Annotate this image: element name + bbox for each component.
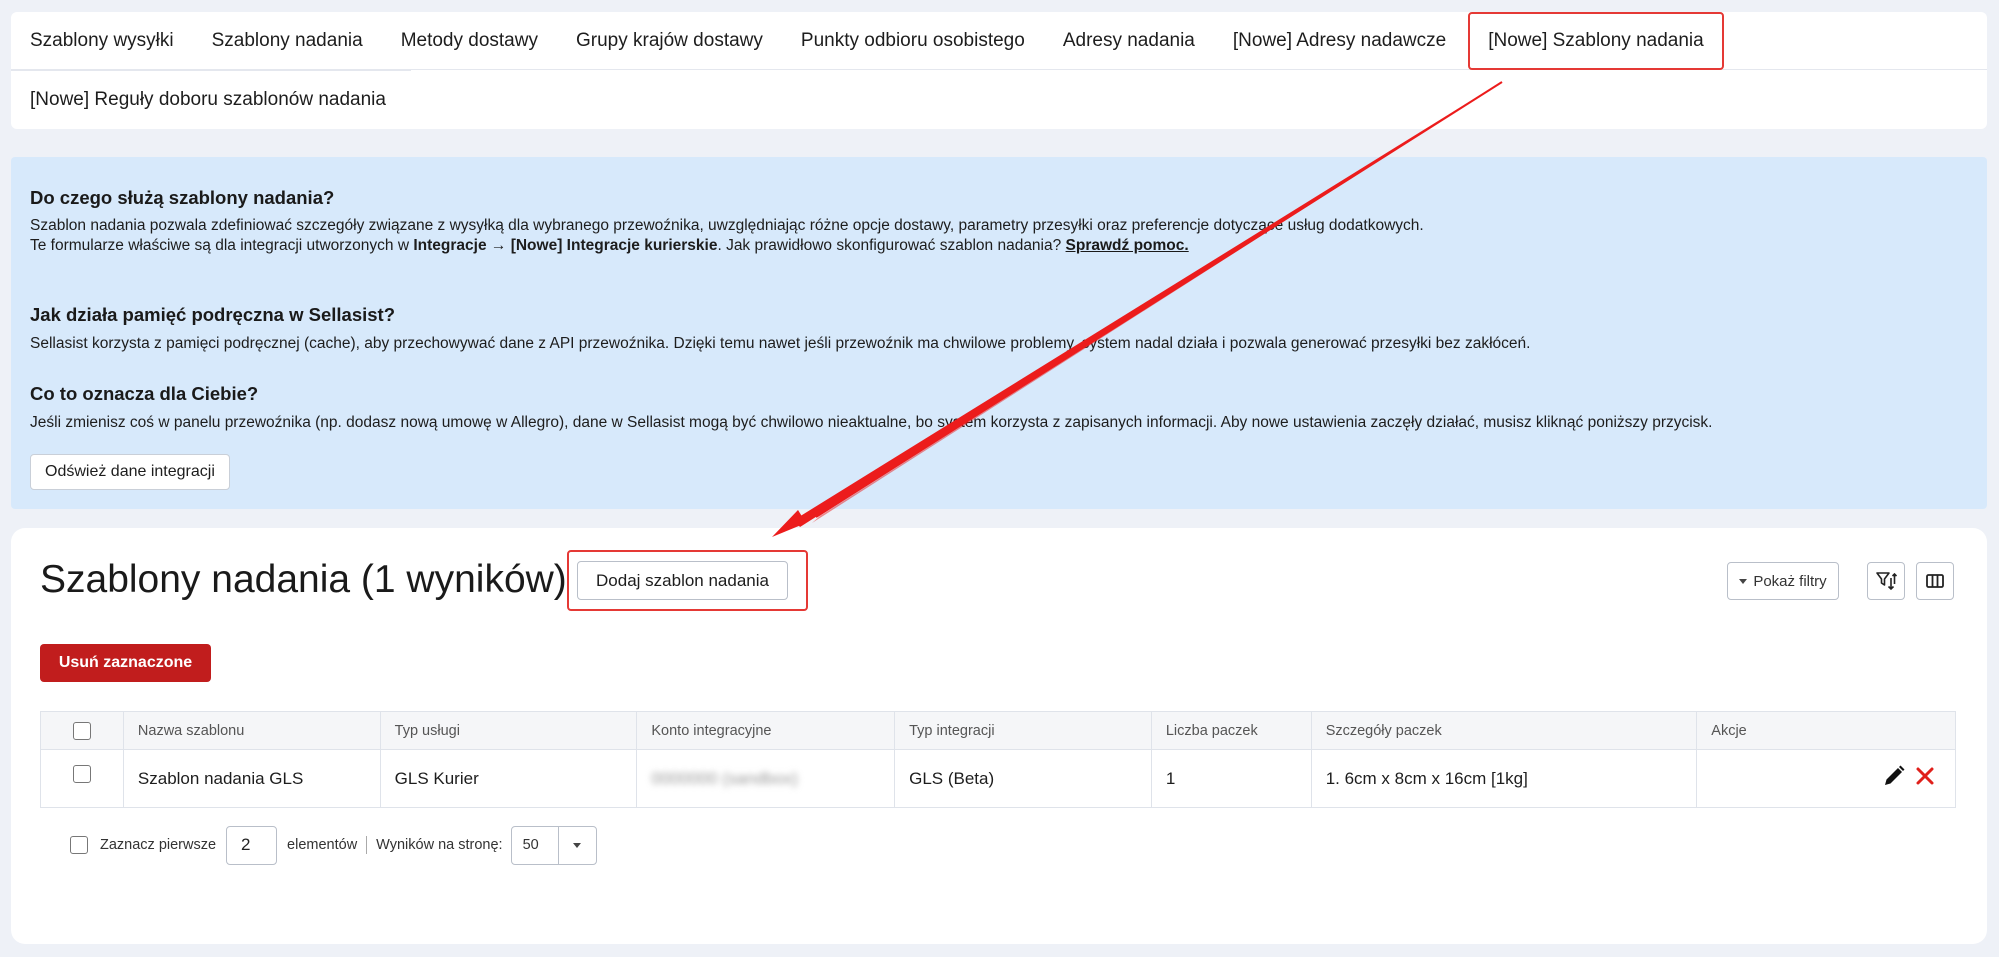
- per-page-label: Wyników na stronę:: [376, 837, 503, 853]
- info-q2-title: Jak działa pamięć podręczna w Sellasist?: [30, 304, 396, 325]
- tab-szablony-wysylki[interactable]: Szablony wysyłki: [11, 12, 193, 70]
- add-button-highlight: Dodaj szablon nadania: [567, 550, 808, 611]
- select-first-count-input[interactable]: [226, 825, 278, 865]
- cell-actions: [1697, 750, 1955, 807]
- info-q1-line1: Szablon nadania pozwala zdefiniować szcz…: [30, 217, 1424, 234]
- refresh-integration-button[interactable]: Odśwież dane integracji: [30, 454, 230, 490]
- templates-table: Nazwa szablonu Typ usługi Konto integrac…: [40, 711, 1956, 808]
- row-actions: [1881, 763, 1937, 789]
- info-panel: Do czego służą szablony nadania? Szablon…: [11, 157, 1987, 509]
- header-integration-account[interactable]: Konto integracyjne: [637, 712, 896, 749]
- header-package-count[interactable]: Liczba paczek: [1152, 712, 1312, 749]
- show-filters-label: Pokaż filtry: [1753, 572, 1827, 590]
- info-q1-line2-c: . Jak prawidłowo skonfigurować szablon n…: [717, 237, 1066, 254]
- cell-integration-type: GLS (Beta): [895, 750, 1152, 807]
- cell-integration-account: 0000000 (sandbox): [637, 750, 896, 807]
- table-footer: Zaznacz pierwsze elementów Wyników na st…: [70, 825, 597, 865]
- cell-package-details: 1. 6cm x 8cm x 16cm [1kg]: [1312, 750, 1698, 807]
- columns-icon: [1926, 574, 1944, 588]
- elements-label: elementów: [287, 837, 358, 853]
- show-filters-button[interactable]: Pokaż filtry: [1727, 562, 1839, 600]
- select-all-checkbox[interactable]: [72, 721, 91, 740]
- tabs-row-2: [Nowe] Reguły doboru szablonów nadania: [11, 70, 411, 128]
- row-select-cell: [41, 750, 124, 807]
- per-page-value: 50: [512, 826, 559, 864]
- info-q1-line2-a: Te formularze właściwe są dla integracji…: [30, 237, 414, 254]
- close-icon[interactable]: [1913, 764, 1937, 788]
- caret-down-icon: [573, 842, 582, 848]
- info-q2-text: Sellasist korzysta z pamięci podręcznej …: [30, 335, 1531, 352]
- info-integration-path: Integracje → [Nowe] Integracje kurierski…: [413, 237, 718, 254]
- table-row: Szablon nadania GLS GLS Kurier 0000000 (…: [41, 750, 1955, 807]
- tabs-card: Szablony wysyłki Szablony nadania Metody…: [11, 12, 1987, 129]
- blurred-account-value: 0000000 (sandbox): [651, 768, 798, 788]
- header-select-cell: [41, 712, 124, 749]
- header-service-type[interactable]: Typ usługi: [381, 712, 638, 749]
- info-q1-line2: Te formularze właściwe są dla integracji…: [30, 236, 1189, 256]
- header-package-details[interactable]: Szczegóły paczek: [1312, 712, 1698, 749]
- pencil-icon[interactable]: [1881, 763, 1907, 789]
- cell-template-name: Szablon nadania GLS: [124, 750, 381, 807]
- filter-sort-icon: [1876, 572, 1897, 591]
- select-first-label: Zaznacz pierwsze: [100, 837, 217, 853]
- header-integration-type[interactable]: Typ integracji: [895, 712, 1152, 749]
- tab-szablony-nadania[interactable]: Szablony nadania: [193, 12, 382, 70]
- select-first-checkbox[interactable]: [70, 836, 88, 854]
- help-link[interactable]: Sprawdź pomoc.: [1066, 237, 1189, 254]
- add-template-button[interactable]: Dodaj szablon nadania: [577, 561, 788, 600]
- cell-package-count: 1: [1152, 750, 1312, 807]
- header-template-name[interactable]: Nazwa szablonu: [124, 712, 381, 749]
- columns-button[interactable]: [1916, 562, 1954, 600]
- cell-service-type: GLS Kurier: [381, 750, 638, 807]
- footer-separator: [366, 836, 368, 854]
- tabs-row-1: Szablony wysyłki Szablony nadania Metody…: [11, 12, 1724, 70]
- delete-selected-button[interactable]: Usuń zaznaczone: [40, 644, 211, 682]
- per-page-select[interactable]: 50: [510, 825, 597, 865]
- tab-nowe-adresy-nadawcze[interactable]: [Nowe] Adresy nadawcze: [1214, 12, 1465, 70]
- info-q1-title: Do czego służą szablony nadania?: [30, 187, 335, 208]
- main-card: Szablony nadania (1 wyników) Dodaj szabl…: [11, 528, 1987, 944]
- tab-nowe-szablony-nadania[interactable]: [Nowe] Szablony nadania: [1468, 12, 1724, 70]
- info-q3-text: Jeśli zmienisz coś w panelu przewoźnika …: [30, 414, 1713, 431]
- filter-sort-button[interactable]: [1867, 562, 1905, 600]
- table-header-row: Nazwa szablonu Typ usługi Konto integrac…: [41, 712, 1955, 750]
- tab-grupy-krajow-dostawy[interactable]: Grupy krajów dostawy: [557, 12, 782, 70]
- page-title: Szablony nadania (1 wyników): [40, 558, 567, 601]
- tab-metody-dostawy[interactable]: Metody dostawy: [382, 12, 557, 70]
- tab-punkty-odbioru[interactable]: Punkty odbioru osobistego: [782, 12, 1044, 70]
- tab-adresy-nadania[interactable]: Adresy nadania: [1044, 12, 1214, 70]
- per-page-dropdown-button[interactable]: [559, 827, 596, 864]
- info-q3-title: Co to oznacza dla Ciebie?: [30, 383, 259, 404]
- header-actions: Akcje: [1711, 722, 1747, 739]
- caret-down-icon: [1739, 578, 1748, 584]
- tab-nowe-reguly-doboru[interactable]: [Nowe] Reguły doboru szablonów nadania: [11, 71, 405, 129]
- row-checkbox[interactable]: [72, 764, 91, 783]
